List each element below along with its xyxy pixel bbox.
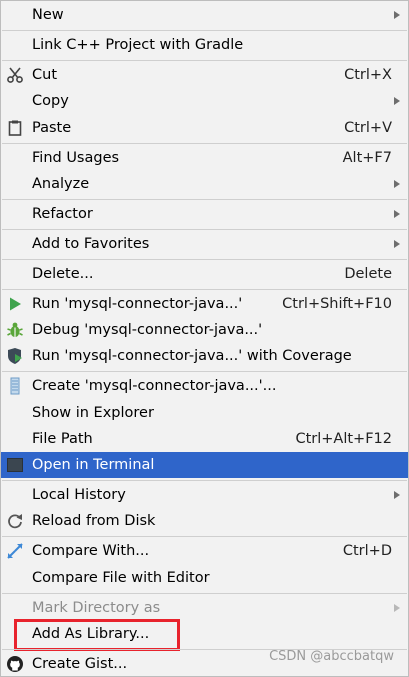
menu-item-run[interactable]: Run 'mysql-connector-java...' Ctrl+Shift… <box>1 291 408 317</box>
shortcut-label: Ctrl+X <box>344 67 392 83</box>
menu-item-label: Open in Terminal <box>32 457 155 473</box>
menu-item-new[interactable]: New <box>1 2 408 28</box>
submenu-arrow-icon <box>394 97 400 105</box>
submenu-arrow-icon <box>394 11 400 19</box>
separator <box>2 371 407 372</box>
separator <box>2 259 407 260</box>
menu-item-label: Paste <box>32 120 72 136</box>
github-icon <box>7 656 23 672</box>
submenu-arrow-icon <box>394 180 400 188</box>
separator <box>2 30 407 31</box>
separator <box>2 593 407 594</box>
watermark: CSDN @abccbatqw <box>269 649 394 664</box>
separator <box>2 143 407 144</box>
menu-item-label: New <box>32 7 64 23</box>
menu-item-open-in-terminal[interactable]: Open in Terminal <box>1 452 408 478</box>
menu-item-label: Add to Favorites <box>32 236 150 252</box>
context-menu: New Link C++ Project with Gradle Cut Ctr… <box>0 0 409 677</box>
menu-item-label: Local History <box>32 487 126 503</box>
scissors-icon <box>7 67 23 83</box>
menu-item-label: Copy <box>32 93 69 109</box>
shortcut-label: Ctrl+V <box>344 120 392 136</box>
separator <box>2 289 407 290</box>
menu-item-label: Show in Explorer <box>32 405 154 421</box>
shield-icon <box>8 348 22 364</box>
menu-item-copy[interactable]: Copy <box>1 88 408 114</box>
menu-item-mark-directory-as: Mark Directory as <box>1 595 408 621</box>
menu-item-label: Cut <box>32 67 57 83</box>
submenu-arrow-icon <box>394 210 400 218</box>
compare-icon <box>7 543 23 559</box>
separator <box>2 480 407 481</box>
menu-item-label: Link C++ Project with Gradle <box>32 37 244 53</box>
menu-item-delete[interactable]: Delete... Delete <box>1 261 408 287</box>
separator <box>2 60 407 61</box>
shortcut-label: Ctrl+Shift+F10 <box>282 296 392 312</box>
shortcut-label: Alt+F7 <box>342 150 392 166</box>
menu-item-label: Analyze <box>32 176 90 192</box>
shortcut-label: Ctrl+D <box>342 543 392 559</box>
terminal-icon <box>7 458 23 472</box>
submenu-arrow-icon <box>394 240 400 248</box>
shortcut-label: Delete <box>344 266 392 282</box>
menu-item-debug[interactable]: Debug 'mysql-connector-java...' <box>1 317 408 343</box>
menu-item-label: Refactor <box>32 206 93 222</box>
config-icon <box>10 377 20 395</box>
menu-item-label: File Path <box>32 431 93 447</box>
clipboard-icon <box>8 120 22 136</box>
separator <box>2 536 407 537</box>
menu-item-file-path[interactable]: File Path Ctrl+Alt+F12 <box>1 426 408 452</box>
menu-item-compare-file-with-editor[interactable]: Compare File with Editor <box>1 565 408 591</box>
separator <box>2 199 407 200</box>
menu-item-label: Compare File with Editor <box>32 570 210 586</box>
menu-item-label: Delete... <box>32 266 94 282</box>
menu-item-run-with-coverage[interactable]: Run 'mysql-connector-java...' with Cover… <box>1 343 408 369</box>
reload-icon <box>8 514 22 529</box>
menu-item-add-to-favorites[interactable]: Add to Favorites <box>1 231 408 257</box>
menu-item-local-history[interactable]: Local History <box>1 482 408 508</box>
menu-item-refactor[interactable]: Refactor <box>1 201 408 227</box>
menu-item-label: Create Gist... <box>32 656 128 672</box>
menu-item-label: Compare With... <box>32 543 150 559</box>
bug-icon <box>7 322 23 337</box>
menu-item-find-usages[interactable]: Find Usages Alt+F7 <box>1 145 408 171</box>
menu-item-analyze[interactable]: Analyze <box>1 171 408 197</box>
menu-item-cut[interactable]: Cut Ctrl+X <box>1 62 408 88</box>
submenu-arrow-icon <box>394 604 400 612</box>
highlight-annotation-box <box>14 619 180 651</box>
menu-item-label: Debug 'mysql-connector-java...' <box>32 322 263 338</box>
menu-item-label: Reload from Disk <box>32 513 156 529</box>
menu-item-paste[interactable]: Paste Ctrl+V <box>1 115 408 141</box>
play-icon <box>10 297 21 311</box>
menu-item-label: Find Usages <box>32 150 120 166</box>
menu-item-label: Create 'mysql-connector-java...'... <box>32 378 277 394</box>
menu-item-reload-from-disk[interactable]: Reload from Disk <box>1 508 408 534</box>
submenu-arrow-icon <box>394 491 400 499</box>
menu-item-create-run-config[interactable]: Create 'mysql-connector-java...'... <box>1 373 408 399</box>
shortcut-label: Ctrl+Alt+F12 <box>295 431 392 447</box>
menu-item-label: Run 'mysql-connector-java...' <box>32 296 243 312</box>
menu-item-label: Mark Directory as <box>32 600 161 616</box>
menu-item-label: Run 'mysql-connector-java...' with Cover… <box>32 348 352 364</box>
menu-item-link-cpp-project[interactable]: Link C++ Project with Gradle <box>1 32 408 58</box>
menu-item-compare-with[interactable]: Compare With... Ctrl+D <box>1 538 408 564</box>
menu-item-show-in-explorer[interactable]: Show in Explorer <box>1 400 408 426</box>
separator <box>2 229 407 230</box>
